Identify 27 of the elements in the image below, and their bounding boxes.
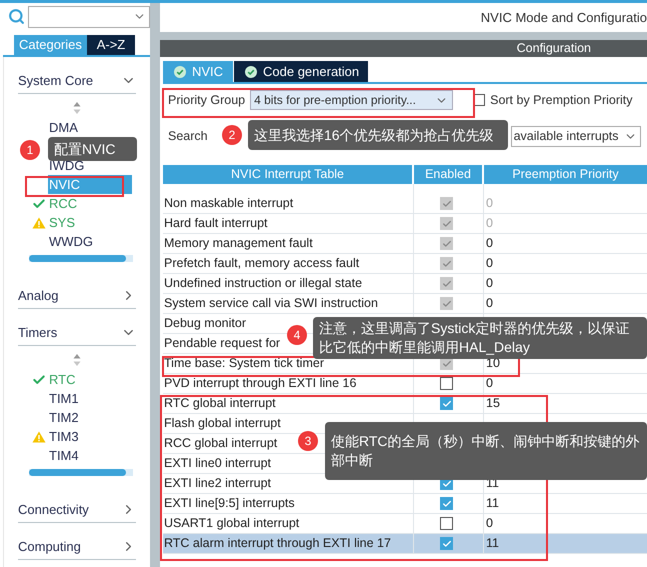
panel-title: NVIC Mode and Configuratio — [480, 8, 647, 27]
step-badge: 2 — [222, 125, 242, 145]
note-tooltip: 配置NVIC — [48, 137, 137, 161]
interrupt-name: Hard fault interrupt — [164, 215, 268, 232]
interrupt-name: Undefined instruction or illegal state — [164, 275, 362, 292]
search-label: Search — [168, 128, 208, 145]
interrupt-name: Non maskable interrupt — [164, 195, 294, 212]
interrupt-name: PVD interrupt through EXTI line 16 — [164, 375, 356, 392]
interrupt-name: Flash global interrupt — [164, 415, 281, 432]
interrupt-name: System service call via SWI instruction — [164, 295, 378, 312]
priority-group-label: Priority Group — [168, 92, 246, 109]
interrupt-name: RCC global interrupt — [164, 435, 278, 452]
interrupt-name: EXTI line0 interrupt — [164, 455, 271, 472]
interrupt-name: Prefetch fault, memory access fault — [164, 255, 360, 272]
interrupt-name: USART1 global interrupt — [164, 515, 300, 532]
interrupt-name: Memory management fault — [164, 235, 313, 252]
sort-label: Sort by Premption Priority — [490, 92, 633, 109]
interrupt-name: Debug monitor — [164, 315, 246, 332]
note-tooltip: 这里我选择16个优先级都为抢占优先级 — [248, 120, 508, 150]
interrupt-name: EXTI line2 interrupt — [164, 475, 271, 492]
interrupt-name: EXTI line[9:5] interrupts — [164, 495, 295, 512]
note-tooltip: 使能RTC的全局（秒）中断、闹钟中断和按键的外部中断 — [325, 422, 647, 480]
interrupt-name: RTC alarm interrupt through EXTI line 17 — [164, 535, 391, 552]
note-tooltip: 注意，这里调高了Systick定时器的优先级，以保证比它低的中断里能调用HAL_Delay — [313, 317, 647, 359]
interrupt-name: Pendable request for — [164, 335, 280, 352]
configuration-bar: Configuration — [160, 40, 647, 57]
interrupt-name: RTC global interrupt — [164, 395, 276, 412]
